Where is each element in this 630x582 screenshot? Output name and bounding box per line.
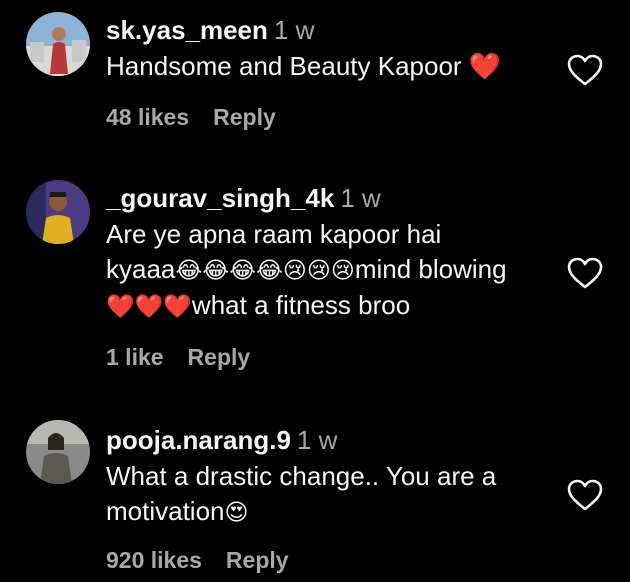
comment-actions: 1 like Reply xyxy=(106,344,250,371)
timestamp: 1 w xyxy=(273,15,315,45)
comment-text: What a drastic change.. You are a motiva… xyxy=(106,461,497,526)
like-button[interactable] xyxy=(566,256,604,290)
like-button[interactable] xyxy=(566,478,604,512)
like-count[interactable]: 48 likes xyxy=(106,104,189,131)
username[interactable]: sk.yas_meen xyxy=(106,15,268,45)
avatar[interactable] xyxy=(26,420,90,484)
avatar[interactable] xyxy=(26,12,90,76)
like-count[interactable]: 920 likes xyxy=(106,547,202,574)
comment-item: pooja.narang.9 1 w What a drastic change.… xyxy=(0,410,630,582)
reply-button[interactable]: Reply xyxy=(226,547,289,574)
heart-outline-icon xyxy=(567,257,603,289)
reply-button[interactable]: Reply xyxy=(188,344,251,371)
comment-text: Are ye apna raam kapoor hai kyaaa😂😂😂😂😢😢😢… xyxy=(106,219,507,320)
comment-item: _gourav_singh_4k 1 w Are ye apna raam kap… xyxy=(0,160,630,410)
comment-actions: 48 likes Reply xyxy=(106,104,276,131)
comment-item: sk.yas_meen 1 w Handsome and Beauty Kapoo… xyxy=(0,0,630,160)
timestamp: 1 w xyxy=(296,425,338,455)
like-count[interactable]: 1 like xyxy=(106,344,164,371)
reply-button[interactable]: Reply xyxy=(213,104,276,131)
heart-outline-icon xyxy=(567,54,603,86)
comment-text: Handsome and Beauty Kapoor ❤️ xyxy=(106,51,502,81)
comment-actions: 920 likes Reply xyxy=(106,547,289,574)
timestamp: 1 w xyxy=(340,183,381,213)
heart-outline-icon xyxy=(567,479,603,511)
avatar[interactable] xyxy=(26,180,90,244)
like-button[interactable] xyxy=(566,53,604,87)
username[interactable]: pooja.narang.9 xyxy=(106,425,291,455)
username[interactable]: _gourav_singh_4k xyxy=(106,183,334,213)
